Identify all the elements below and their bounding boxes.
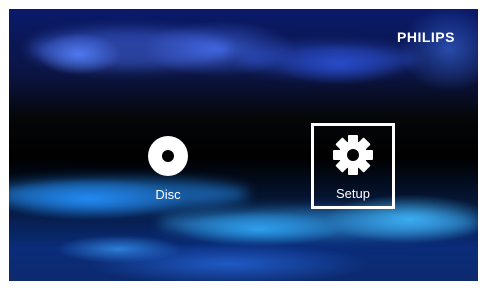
- philips-logo: PHILIPS: [397, 29, 455, 45]
- menu-item-label: Disc: [155, 186, 181, 202]
- menu-item-setup[interactable]: Setup: [311, 123, 395, 209]
- menu-item-label: Setup: [336, 185, 370, 201]
- background-streak: [159, 209, 478, 237]
- background-streak: [239, 44, 419, 74]
- gear-icon: [330, 132, 376, 178]
- tv-frame: PHILIPS Disc Setup: [0, 0, 487, 290]
- disc-icon: [145, 133, 191, 179]
- background-streak: [29, 29, 229, 69]
- home-menu-screen: PHILIPS Disc Setup: [9, 9, 478, 281]
- menu-item-disc[interactable]: Disc: [126, 124, 210, 210]
